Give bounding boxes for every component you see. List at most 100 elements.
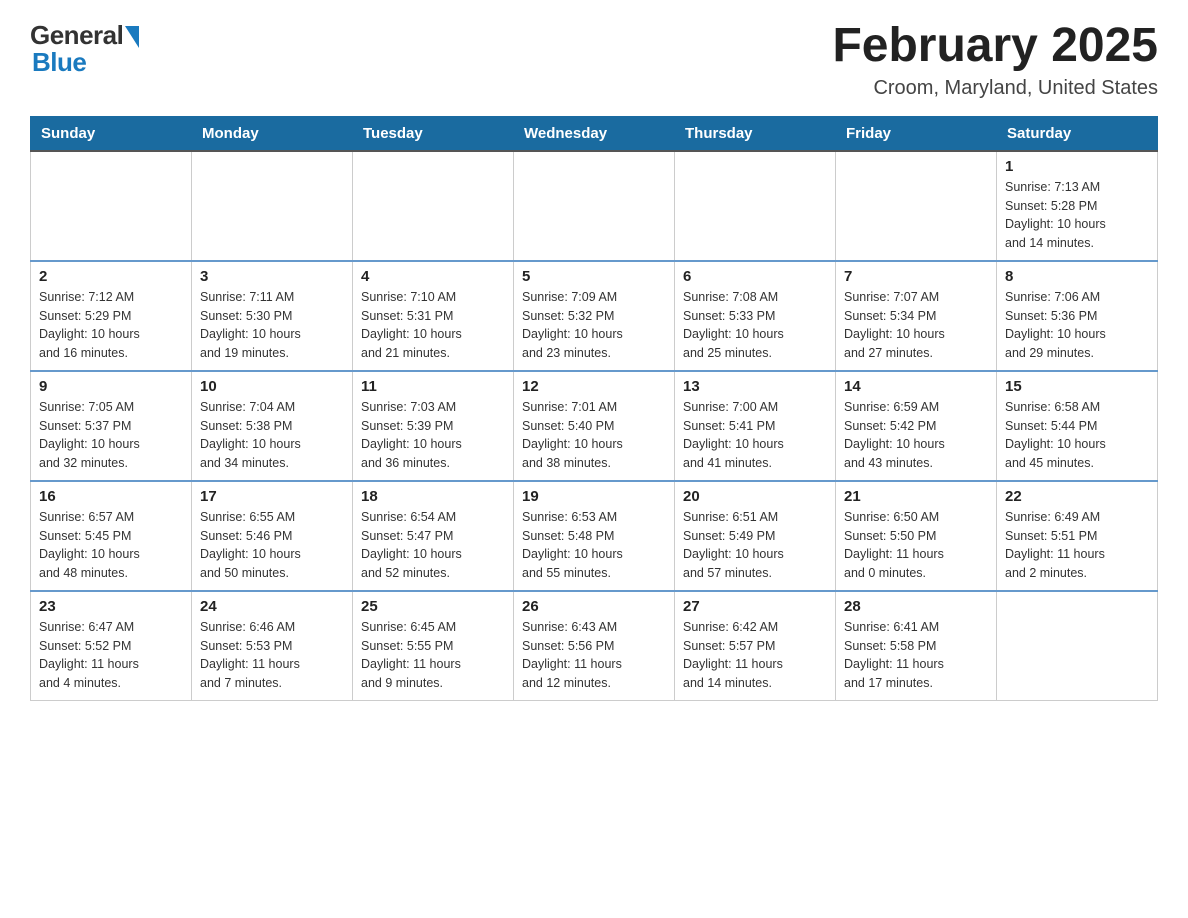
calendar-cell: 23 Sunrise: 6:47 AM Sunset: 5:52 PM Dayli… xyxy=(31,591,192,701)
logo[interactable]: General Blue xyxy=(30,20,139,78)
day-info: Sunrise: 6:42 AM Sunset: 5:57 PM Dayligh… xyxy=(683,618,827,693)
day-info: Sunrise: 6:47 AM Sunset: 5:52 PM Dayligh… xyxy=(39,618,183,693)
weekday-header-tuesday: Tuesday xyxy=(353,116,514,151)
calendar-cell xyxy=(997,591,1158,701)
calendar-cell: 12 Sunrise: 7:01 AM Sunset: 5:40 PM Dayli… xyxy=(514,371,675,481)
day-number: 27 xyxy=(683,598,827,615)
day-info: Sunrise: 6:41 AM Sunset: 5:58 PM Dayligh… xyxy=(844,618,988,693)
day-number: 20 xyxy=(683,488,827,505)
day-info: Sunrise: 6:50 AM Sunset: 5:50 PM Dayligh… xyxy=(844,508,988,583)
day-number: 4 xyxy=(361,268,505,285)
calendar-cell xyxy=(353,151,514,261)
weekday-header-row: SundayMondayTuesdayWednesdayThursdayFrid… xyxy=(31,116,1158,151)
calendar-table: SundayMondayTuesdayWednesdayThursdayFrid… xyxy=(30,116,1158,702)
calendar-cell xyxy=(675,151,836,261)
day-number: 6 xyxy=(683,268,827,285)
calendar-cell: 7 Sunrise: 7:07 AM Sunset: 5:34 PM Daylig… xyxy=(836,261,997,371)
day-number: 15 xyxy=(1005,378,1149,395)
calendar-cell: 5Sunrise: 7:09 AM Sunset: 5:32 PM Daylig… xyxy=(514,261,675,371)
day-number: 21 xyxy=(844,488,988,505)
day-number: 12 xyxy=(522,378,666,395)
calendar-cell: 24 Sunrise: 6:46 AM Sunset: 5:53 PM Dayli… xyxy=(192,591,353,701)
day-number: 23 xyxy=(39,598,183,615)
weekday-header-wednesday: Wednesday xyxy=(514,116,675,151)
month-title: February 2025 xyxy=(832,20,1158,73)
day-info: Sunrise: 7:12 AM Sunset: 5:29 PM Dayligh… xyxy=(39,288,183,363)
day-number: 16 xyxy=(39,488,183,505)
weekday-header-friday: Friday xyxy=(836,116,997,151)
day-info: Sunrise: 6:53 AM Sunset: 5:48 PM Dayligh… xyxy=(522,508,666,583)
day-info: Sunrise: 7:05 AM Sunset: 5:37 PM Dayligh… xyxy=(39,398,183,473)
day-number: 11 xyxy=(361,378,505,395)
day-info: Sunrise: 7:00 AM Sunset: 5:41 PM Dayligh… xyxy=(683,398,827,473)
day-info: Sunrise: 7:06 AM Sunset: 5:36 PM Dayligh… xyxy=(1005,288,1149,363)
calendar-cell: 9 Sunrise: 7:05 AM Sunset: 5:37 PM Daylig… xyxy=(31,371,192,481)
day-number: 13 xyxy=(683,378,827,395)
day-info: Sunrise: 7:08 AM Sunset: 5:33 PM Dayligh… xyxy=(683,288,827,363)
day-info: Sunrise: 7:09 AM Sunset: 5:32 PM Dayligh… xyxy=(522,288,666,363)
day-info: Sunrise: 7:10 AM Sunset: 5:31 PM Dayligh… xyxy=(361,288,505,363)
calendar-cell: 15 Sunrise: 6:58 AM Sunset: 5:44 PM Dayli… xyxy=(997,371,1158,481)
day-number: 25 xyxy=(361,598,505,615)
day-number: 2 xyxy=(39,268,183,285)
calendar-cell: 4 Sunrise: 7:10 AM Sunset: 5:31 PM Daylig… xyxy=(353,261,514,371)
calendar-cell: 13 Sunrise: 7:00 AM Sunset: 5:41 PM Dayli… xyxy=(675,371,836,481)
day-number: 22 xyxy=(1005,488,1149,505)
calendar-cell: 14 Sunrise: 6:59 AM Sunset: 5:42 PM Dayli… xyxy=(836,371,997,481)
calendar-cell xyxy=(514,151,675,261)
day-info: Sunrise: 7:03 AM Sunset: 5:39 PM Dayligh… xyxy=(361,398,505,473)
calendar-cell: 10Sunrise: 7:04 AM Sunset: 5:38 PM Dayli… xyxy=(192,371,353,481)
day-number: 26 xyxy=(522,598,666,615)
calendar-cell: 2 Sunrise: 7:12 AM Sunset: 5:29 PM Daylig… xyxy=(31,261,192,371)
weekday-header-saturday: Saturday xyxy=(997,116,1158,151)
page-header: General Blue February 2025 Croom, Maryla… xyxy=(30,20,1158,100)
calendar-cell: 25 Sunrise: 6:45 AM Sunset: 5:55 PM Dayli… xyxy=(353,591,514,701)
calendar-week-row: 2 Sunrise: 7:12 AM Sunset: 5:29 PM Daylig… xyxy=(31,261,1158,371)
day-info: Sunrise: 7:01 AM Sunset: 5:40 PM Dayligh… xyxy=(522,398,666,473)
calendar-cell: 22 Sunrise: 6:49 AM Sunset: 5:51 PM Dayli… xyxy=(997,481,1158,591)
calendar-cell: 16 Sunrise: 6:57 AM Sunset: 5:45 PM Dayli… xyxy=(31,481,192,591)
day-number: 17 xyxy=(200,488,344,505)
day-info: Sunrise: 6:43 AM Sunset: 5:56 PM Dayligh… xyxy=(522,618,666,693)
calendar-cell: 18 Sunrise: 6:54 AM Sunset: 5:47 PM Dayli… xyxy=(353,481,514,591)
calendar-cell: 27 Sunrise: 6:42 AM Sunset: 5:57 PM Dayli… xyxy=(675,591,836,701)
day-info: Sunrise: 6:46 AM Sunset: 5:53 PM Dayligh… xyxy=(200,618,344,693)
day-info: Sunrise: 6:59 AM Sunset: 5:42 PM Dayligh… xyxy=(844,398,988,473)
calendar-cell: 17 Sunrise: 6:55 AM Sunset: 5:46 PM Dayli… xyxy=(192,481,353,591)
day-number: 8 xyxy=(1005,268,1149,285)
day-number: 14 xyxy=(844,378,988,395)
calendar-cell: 26 Sunrise: 6:43 AM Sunset: 5:56 PM Dayli… xyxy=(514,591,675,701)
calendar-cell xyxy=(31,151,192,261)
day-info: Sunrise: 6:57 AM Sunset: 5:45 PM Dayligh… xyxy=(39,508,183,583)
day-number: 18 xyxy=(361,488,505,505)
logo-arrow-icon xyxy=(125,26,139,48)
weekday-header-sunday: Sunday xyxy=(31,116,192,151)
day-info: Sunrise: 6:49 AM Sunset: 5:51 PM Dayligh… xyxy=(1005,508,1149,583)
calendar-week-row: 23 Sunrise: 6:47 AM Sunset: 5:52 PM Dayli… xyxy=(31,591,1158,701)
calendar-cell: 6 Sunrise: 7:08 AM Sunset: 5:33 PM Daylig… xyxy=(675,261,836,371)
day-number: 1 xyxy=(1005,158,1149,175)
location-text: Croom, Maryland, United States xyxy=(832,77,1158,100)
day-info: Sunrise: 6:51 AM Sunset: 5:49 PM Dayligh… xyxy=(683,508,827,583)
day-number: 9 xyxy=(39,378,183,395)
day-info: Sunrise: 6:45 AM Sunset: 5:55 PM Dayligh… xyxy=(361,618,505,693)
calendar-cell: 21 Sunrise: 6:50 AM Sunset: 5:50 PM Dayli… xyxy=(836,481,997,591)
calendar-week-row: 16 Sunrise: 6:57 AM Sunset: 5:45 PM Dayli… xyxy=(31,481,1158,591)
day-number: 10 xyxy=(200,378,344,395)
calendar-week-row: 9 Sunrise: 7:05 AM Sunset: 5:37 PM Daylig… xyxy=(31,371,1158,481)
calendar-cell xyxy=(836,151,997,261)
day-info: Sunrise: 6:58 AM Sunset: 5:44 PM Dayligh… xyxy=(1005,398,1149,473)
calendar-cell: 20 Sunrise: 6:51 AM Sunset: 5:49 PM Dayli… xyxy=(675,481,836,591)
day-info: Sunrise: 6:55 AM Sunset: 5:46 PM Dayligh… xyxy=(200,508,344,583)
day-number: 3 xyxy=(200,268,344,285)
title-block: February 2025 Croom, Maryland, United St… xyxy=(832,20,1158,100)
day-number: 7 xyxy=(844,268,988,285)
calendar-cell xyxy=(192,151,353,261)
logo-blue-text: Blue xyxy=(30,47,86,78)
day-info: Sunrise: 7:07 AM Sunset: 5:34 PM Dayligh… xyxy=(844,288,988,363)
day-number: 24 xyxy=(200,598,344,615)
calendar-cell: 28Sunrise: 6:41 AM Sunset: 5:58 PM Dayli… xyxy=(836,591,997,701)
day-info: Sunrise: 6:54 AM Sunset: 5:47 PM Dayligh… xyxy=(361,508,505,583)
calendar-cell: 1Sunrise: 7:13 AM Sunset: 5:28 PM Daylig… xyxy=(997,151,1158,261)
weekday-header-thursday: Thursday xyxy=(675,116,836,151)
